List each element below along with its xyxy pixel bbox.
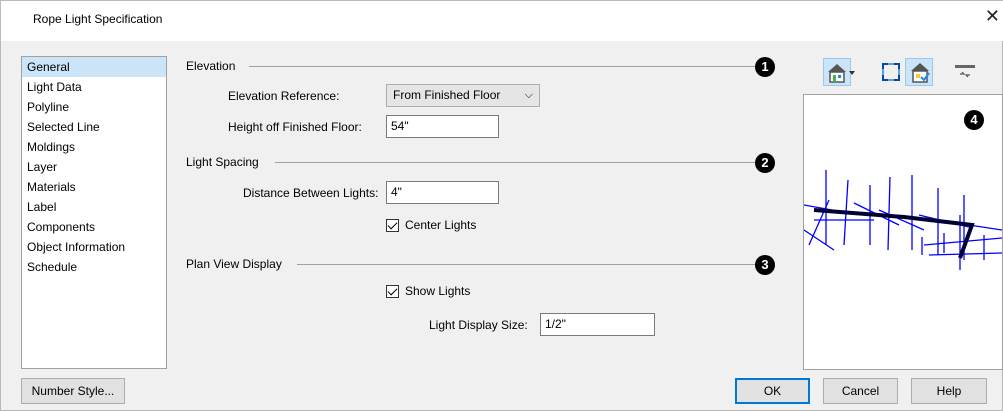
distance-label: Distance Between Lights: xyxy=(243,186,379,200)
show-lights-label: Show Lights xyxy=(405,284,471,298)
nav-item-layer[interactable]: Layer xyxy=(22,157,166,177)
house-view-icon[interactable] xyxy=(823,58,855,86)
dialog-title: Rope Light Specification xyxy=(33,12,163,26)
nav-item-materials[interactable]: Materials xyxy=(22,177,166,197)
rope-light-preview xyxy=(804,170,1002,270)
nav-item-schedule[interactable]: Schedule xyxy=(22,257,166,277)
callout-badge: 1 xyxy=(755,57,775,77)
title-bar: Rope Light Specification ✕ xyxy=(1,1,1003,41)
section-divider xyxy=(275,162,755,163)
nav-item-selected-line[interactable]: Selected Line xyxy=(22,117,166,137)
section-divider xyxy=(297,264,755,265)
callout-badge: 2 xyxy=(755,153,775,173)
ok-button[interactable]: OK xyxy=(735,378,810,404)
chevron-down-icon: ⌵ xyxy=(524,89,533,101)
light-display-size-label: Light Display Size: xyxy=(429,318,528,332)
house-check-icon[interactable] xyxy=(905,58,933,86)
elevation-reference-dropdown[interactable]: From Finished Floor ⌵ xyxy=(386,84,540,107)
center-lights-checkbox[interactable]: Center Lights xyxy=(386,218,476,232)
help-button[interactable]: Help xyxy=(911,378,987,404)
nav-item-object-information[interactable]: Object Information xyxy=(22,237,166,257)
level-icon[interactable] xyxy=(951,58,979,86)
distance-input[interactable]: 4" xyxy=(386,181,499,204)
light-display-size-input[interactable]: 1/2" xyxy=(540,313,655,336)
number-style-button[interactable]: Number Style... xyxy=(21,378,125,404)
nav-item-polyline[interactable]: Polyline xyxy=(22,97,166,117)
dialog-window: Rope Light Specification ✕ General Light… xyxy=(0,0,1003,411)
checkbox-checked[interactable] xyxy=(386,218,399,232)
close-icon[interactable]: ✕ xyxy=(985,7,1000,25)
section-divider xyxy=(249,66,755,67)
nav-item-label[interactable]: Label xyxy=(22,197,166,217)
nav-item-moldings[interactable]: Moldings xyxy=(22,137,166,157)
checkbox-checked[interactable] xyxy=(386,284,399,298)
dropdown-value: From Finished Floor xyxy=(393,88,501,102)
cancel-button[interactable]: Cancel xyxy=(823,378,898,404)
elevation-section-title: Elevation xyxy=(186,59,236,73)
plan-view-section-title: Plan View Display xyxy=(186,257,282,271)
callout-badge: 4 xyxy=(964,110,984,130)
light-spacing-section-title: Light Spacing xyxy=(186,155,259,169)
height-label: Height off Finished Floor: xyxy=(228,120,362,134)
callout-badge: 3 xyxy=(755,255,775,275)
preview-toolbar xyxy=(823,58,983,86)
show-lights-checkbox[interactable]: Show Lights xyxy=(386,284,470,298)
center-lights-label: Center Lights xyxy=(405,218,477,232)
nav-item-general[interactable]: General xyxy=(22,57,166,77)
category-list: General Light Data Polyline Selected Lin… xyxy=(21,56,167,369)
object-preview[interactable]: 4 xyxy=(803,94,1003,370)
fit-view-icon[interactable] xyxy=(877,58,905,86)
nav-item-light-data[interactable]: Light Data xyxy=(22,77,166,97)
nav-item-components[interactable]: Components xyxy=(22,217,166,237)
height-input[interactable]: 54" xyxy=(386,115,499,138)
elevation-reference-label: Elevation Reference: xyxy=(228,89,340,103)
